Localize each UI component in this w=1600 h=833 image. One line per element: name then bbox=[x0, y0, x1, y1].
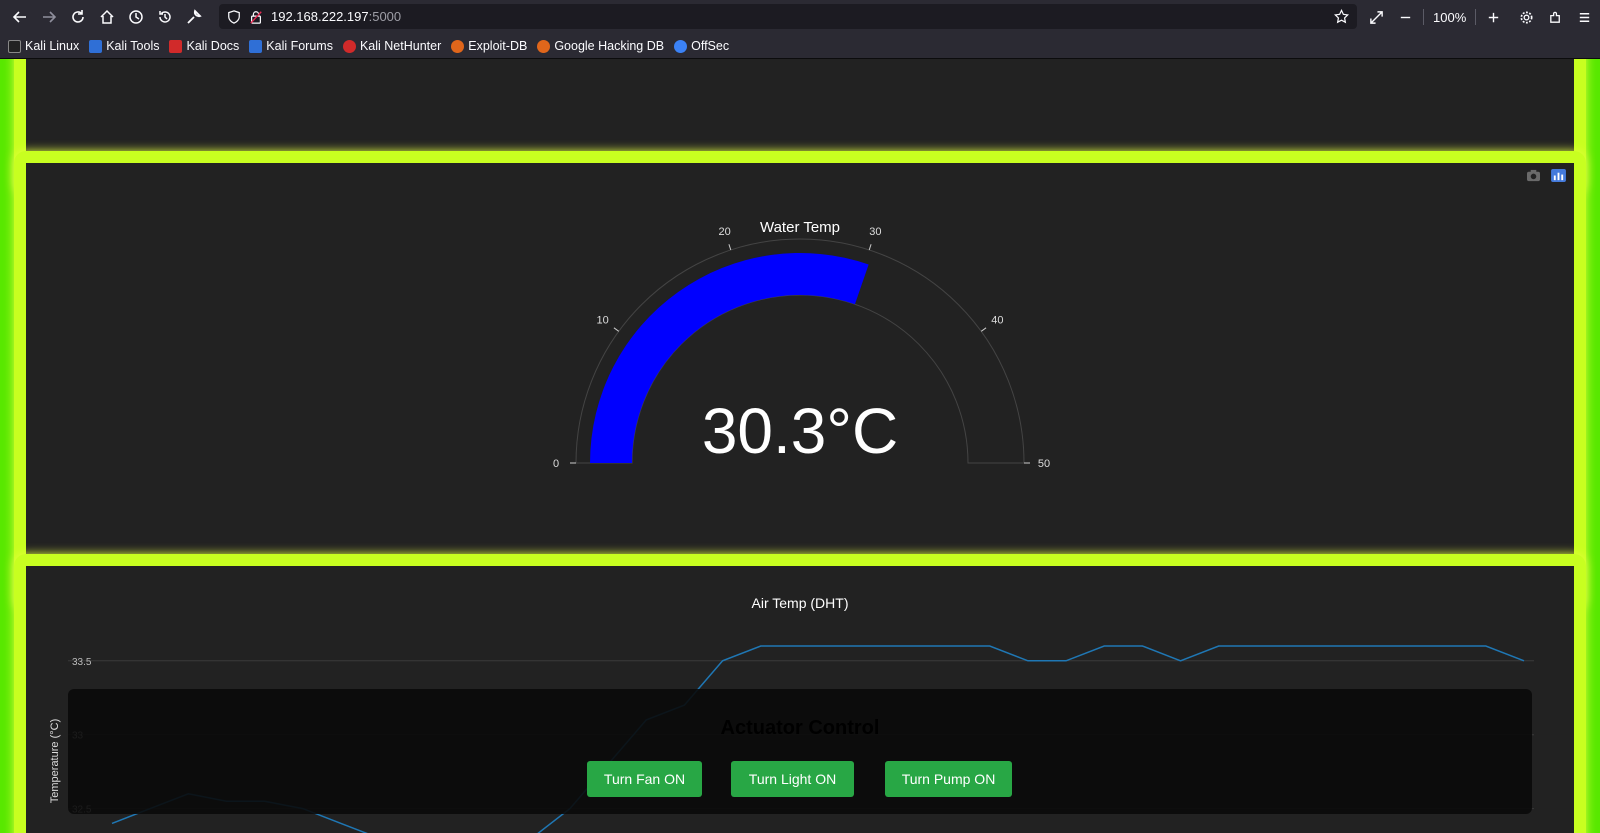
bookmark-kali-tools[interactable]: Kali Tools bbox=[89, 39, 159, 53]
kali-docs-icon bbox=[169, 39, 183, 53]
dashboard-page: Water Temp 0 10 20 30 40 50 30.3°C Air Temp (D… bbox=[0, 59, 1600, 833]
bookmark-exploit-db[interactable]: Exploit-DB bbox=[451, 39, 527, 53]
gauge-tick-label: 10 bbox=[596, 315, 608, 327]
back-icon[interactable] bbox=[5, 3, 34, 31]
kali-dragon-icon bbox=[8, 39, 21, 53]
home-icon[interactable] bbox=[92, 3, 121, 31]
bookmark-label: Kali Docs bbox=[186, 39, 240, 53]
divider bbox=[1475, 9, 1477, 25]
zoom-level[interactable]: 100% bbox=[1427, 10, 1472, 25]
divider bbox=[1423, 9, 1424, 25]
bookmark-label: Kali Tools bbox=[106, 39, 160, 53]
shield-icon[interactable] bbox=[227, 9, 241, 24]
bookmark-label: Google Hacking DB bbox=[554, 39, 665, 53]
offsec-icon bbox=[674, 39, 688, 53]
insecure-lock-icon[interactable] bbox=[249, 10, 263, 24]
bookmarks-bar: Kali Linux Kali Tools Kali Docs Kali For… bbox=[0, 34, 1600, 59]
bookmark-google-hacking-db[interactable]: Google Hacking DB bbox=[537, 39, 664, 53]
gauge-value-text: 30.3°C bbox=[702, 395, 898, 467]
gauge-tick-label: 40 bbox=[991, 315, 1003, 327]
zoom-out-icon[interactable] bbox=[1391, 3, 1420, 31]
turn-light-on-button[interactable]: Turn Light ON bbox=[731, 761, 854, 797]
bookmark-star-icon[interactable] bbox=[1333, 8, 1350, 28]
gauge-tick-label: 30 bbox=[869, 226, 881, 238]
browser-toolbar: 192.168.222.197:5000 100% bbox=[0, 0, 1600, 34]
url-text[interactable]: 192.168.222.197:5000 bbox=[271, 9, 401, 24]
exploit-db-icon bbox=[451, 39, 465, 53]
fullscreen-icon[interactable] bbox=[1362, 3, 1391, 31]
bookmark-kali-nethunter[interactable]: Kali NetHunter bbox=[342, 39, 442, 53]
restore-session-icon[interactable] bbox=[150, 3, 179, 31]
turn-fan-on-button[interactable]: Turn Fan ON bbox=[587, 761, 702, 797]
hamburger-menu-icon[interactable] bbox=[1570, 3, 1599, 31]
kali-forums-icon bbox=[249, 39, 263, 53]
gauge-tick-mark bbox=[868, 244, 872, 251]
extensions-icon[interactable] bbox=[1541, 3, 1570, 31]
actuator-control-panel: Actuator Control Turn Fan ON Turn Light … bbox=[68, 689, 1532, 814]
y-axis-label: Temperature (°C) bbox=[49, 719, 61, 803]
actuator-title: Actuator Control bbox=[720, 717, 880, 739]
water-temp-gauge: 0 10 20 30 40 50 30.3°C bbox=[553, 226, 1050, 470]
y-tick-label: 33.5 bbox=[72, 657, 92, 668]
url-bar[interactable]: 192.168.222.197:5000 bbox=[219, 4, 1357, 29]
bookmark-kali-docs[interactable]: Kali Docs bbox=[169, 39, 239, 53]
bookmark-label: OffSec bbox=[691, 39, 730, 53]
bookmark-kali-forums[interactable]: Kali Forums bbox=[249, 39, 333, 53]
gauge-tick-label: 20 bbox=[718, 226, 730, 238]
kali-tools-icon bbox=[89, 39, 103, 53]
nethunter-icon bbox=[342, 39, 356, 53]
gauge-tick-mark bbox=[728, 244, 732, 251]
gauge-tick-label: 50 bbox=[1038, 458, 1050, 470]
water-temp-panel: Water Temp 0 10 20 30 40 50 30.3°C bbox=[26, 163, 1574, 599]
ghdb-icon bbox=[537, 39, 551, 53]
bookmark-label: Kali NetHunter bbox=[359, 39, 442, 53]
bookmark-kali-linux[interactable]: Kali Linux bbox=[8, 39, 79, 53]
gauge-tick-label: 0 bbox=[553, 458, 559, 470]
bookmark-label: Kali Linux bbox=[25, 39, 80, 53]
bookmark-offsec[interactable]: OffSec bbox=[674, 39, 729, 53]
bookmark-label: Kali Forums bbox=[266, 39, 333, 53]
gauge-tick-mark bbox=[613, 327, 620, 332]
url-host: 192.168.222.197 bbox=[271, 9, 369, 24]
reload-icon[interactable] bbox=[63, 3, 92, 31]
url-port: :5000 bbox=[368, 9, 402, 24]
tools-wrench-icon[interactable] bbox=[179, 3, 208, 31]
gauge-tick-mark bbox=[980, 327, 987, 332]
bookmark-label: Exploit-DB bbox=[468, 39, 528, 53]
zoom-in-icon[interactable] bbox=[1479, 3, 1508, 31]
gear-icon[interactable] bbox=[1512, 3, 1541, 31]
history-icon[interactable] bbox=[121, 3, 150, 31]
turn-pump-on-button[interactable]: Turn Pump ON bbox=[885, 761, 1012, 797]
forward-icon[interactable] bbox=[34, 3, 63, 31]
